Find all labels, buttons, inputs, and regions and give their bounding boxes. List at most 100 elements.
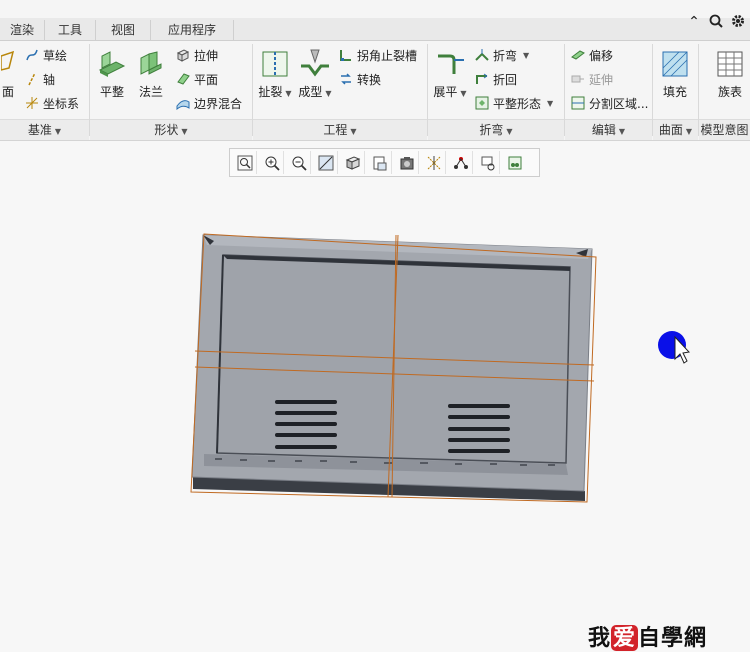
convert-button[interactable]: 转换 [338, 71, 381, 88]
extend-label: 延伸 [589, 73, 614, 87]
sketch-label: 草绘 [43, 49, 68, 63]
rip-button[interactable]: 扯裂 ▼ [256, 48, 294, 100]
family-table-button[interactable]: 族表 [710, 48, 750, 100]
axis-button[interactable]: 轴 [24, 71, 55, 88]
tab-render[interactable]: 渲染 [0, 20, 45, 40]
unbend-button[interactable]: 展平 ▼ [430, 48, 470, 100]
sketch-icon [24, 48, 40, 64]
watermark-text: 自學網 [638, 625, 708, 651]
form-label: 成型 [298, 85, 323, 99]
flat-wall-button[interactable]: 平整 [93, 48, 131, 100]
form-icon [299, 48, 331, 80]
group-label-text: 工程 [323, 123, 348, 137]
form-button[interactable]: 成型 ▼ [296, 48, 334, 100]
group-label-shapes[interactable]: 形状 ▼ [90, 119, 252, 140]
bend-icon [474, 48, 490, 64]
watermark-logo: 我爱自學網 [588, 620, 707, 652]
group-label-editing[interactable]: 编辑 ▼ [565, 119, 652, 140]
group-label-engineering[interactable]: 工程 ▼ [253, 119, 427, 140]
fill-label: 填充 [662, 85, 687, 99]
flat-wall-label: 平整 [99, 85, 124, 99]
ribbon-tab-bar: 渲染 工具 视图 应用程序 [0, 18, 750, 41]
extrude-button[interactable]: 拉伸 [175, 47, 218, 64]
bend-back-button[interactable]: 折回 [474, 71, 517, 88]
chevron-up-icon[interactable]: ⌃ [686, 14, 702, 32]
face-icon [0, 50, 15, 80]
flat-state-label: 平整形态 [493, 97, 542, 111]
chevron-down-icon: ▼ [506, 127, 513, 136]
window-controls: ⌃ [686, 14, 746, 32]
split-area-button[interactable]: 分割区域... [570, 95, 648, 112]
split-area-icon [570, 96, 586, 112]
chevron-down-icon[interactable]: ▼ [547, 99, 553, 108]
plane-label: 平面 [194, 73, 219, 87]
group-label-text: 折弯 [479, 123, 504, 137]
extrude-icon [175, 48, 191, 64]
bend-button[interactable]: 折弯 ▼ [474, 47, 529, 64]
chevron-down-icon[interactable]: ▼ [523, 51, 529, 60]
unbend-label: 展平 [433, 85, 458, 99]
sketch-button[interactable]: 草绘 [24, 47, 67, 64]
family-table-icon [714, 48, 746, 80]
family-table-label: 族表 [717, 85, 742, 99]
tab-applications[interactable]: 应用程序 [151, 20, 234, 40]
group-label-text: 曲面 [658, 123, 683, 137]
offset-label: 偏移 [589, 49, 614, 63]
chevron-down-icon[interactable]: ▼ [325, 89, 331, 98]
corner-relief-label: 拐角止裂槽 [357, 49, 418, 63]
chevron-down-icon[interactable]: ▼ [285, 89, 291, 98]
chevron-down-icon: ▼ [54, 127, 62, 136]
boundary-blend-button[interactable]: 边界混合 [175, 95, 242, 112]
bend-label: 折弯 [493, 49, 518, 63]
group-label-text: 基准 [27, 123, 52, 137]
chevron-down-icon[interactable]: ▼ [460, 89, 466, 98]
group-label-text: 编辑 [591, 123, 616, 137]
tab-tools[interactable]: 工具 [45, 20, 96, 40]
extrude-label: 拉伸 [194, 49, 219, 63]
rip-label: 扯裂 [258, 85, 283, 99]
fill-button[interactable]: 填充 [656, 48, 694, 100]
tab-view[interactable]: 视图 [96, 20, 151, 40]
axis-icon [24, 72, 40, 88]
group-label-bends[interactable]: 折弯 ▼ [428, 119, 564, 140]
corner-relief-button[interactable]: 拐角止裂槽 [338, 47, 417, 64]
convert-icon [338, 72, 354, 88]
watermark-heart: 爱 [611, 625, 639, 651]
fill-icon [659, 48, 691, 80]
rip-icon [259, 48, 291, 80]
plane-button[interactable]: 平面 [175, 71, 218, 88]
graphics-area[interactable] [0, 141, 750, 649]
group-label-datum[interactable]: 基准 ▼ [0, 119, 89, 140]
sheetmetal-model[interactable] [0, 141, 750, 649]
chevron-down-icon: ▼ [181, 127, 188, 136]
bend-back-icon [474, 72, 490, 88]
offset-icon [570, 48, 586, 64]
flange-wall-label: 法兰 [138, 85, 163, 99]
corner-relief-icon [338, 48, 354, 64]
face-label: 面 [1, 85, 14, 99]
boundary-blend-icon [175, 96, 191, 112]
flat-state-button[interactable]: 平整形态 ▼ [474, 95, 553, 112]
csys-label: 坐标系 [43, 97, 80, 111]
extend-button[interactable]: 延伸 [570, 71, 613, 88]
gear-icon[interactable] [730, 14, 746, 32]
flat-wall-icon [96, 48, 128, 80]
axis-label: 轴 [43, 73, 56, 87]
flange-wall-button[interactable]: 法兰 [132, 48, 170, 100]
csys-button[interactable]: 坐标系 [24, 95, 79, 112]
group-label-model-intent[interactable]: 模型意图 [699, 119, 750, 140]
convert-label: 转换 [357, 73, 382, 87]
face-button[interactable]: 面 [0, 50, 16, 100]
search-icon[interactable] [708, 14, 724, 32]
flat-state-icon [474, 96, 490, 112]
offset-button[interactable]: 偏移 [570, 47, 613, 64]
plane-wall-icon [175, 72, 191, 88]
ribbon: 渲染 工具 视图 应用程序 ⌃ 面 草绘 轴 坐标系 平整 法兰 拉伸 平面 边… [0, 0, 750, 141]
group-label-surfaces[interactable]: 曲面 ▼ [653, 119, 698, 140]
watermark-text: 我 [588, 625, 612, 651]
group-label-text: 形状 [154, 123, 179, 137]
boundary-blend-label: 边界混合 [194, 97, 243, 111]
coordinate-system-icon [24, 96, 40, 112]
chevron-down-icon: ▼ [618, 127, 626, 136]
group-label-text: 模型意图 [700, 123, 749, 137]
